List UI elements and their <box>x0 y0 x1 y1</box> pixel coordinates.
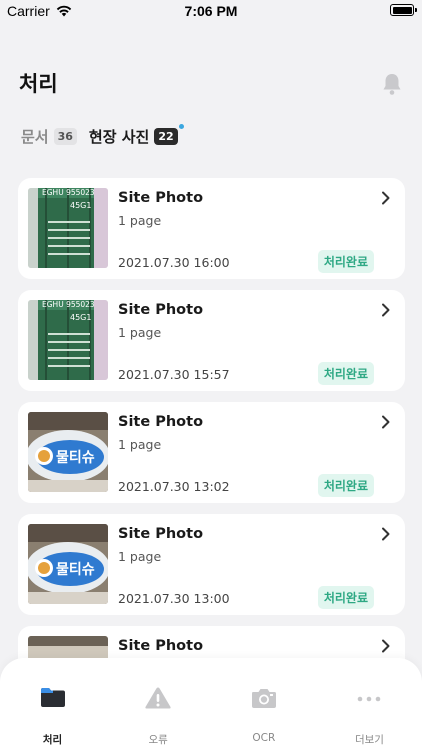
tab-documents[interactable]: 문서 36 <box>21 126 77 147</box>
brand-text: 물티슈 <box>56 562 95 578</box>
photo-thumbnail: 물티슈 <box>28 412 108 492</box>
wipes-photo: 물티슈 <box>28 412 108 492</box>
new-indicator-dot <box>178 124 184 129</box>
tabbar-label: 더보기 <box>354 734 384 746</box>
timestamp: 2021.07.30 16:00 <box>118 255 230 270</box>
card-title: Site Photo <box>118 302 204 318</box>
tab-label: 현장 사진 <box>88 128 150 146</box>
list-item[interactable]: 물티슈 Site Photo 1 page 2021.07.30 13:00 처… <box>18 514 405 615</box>
list-item[interactable]: 물티슈 Site Photo 1 page 2021.07.30 13:02 처… <box>18 402 405 503</box>
status-badge: 처리완료 <box>317 474 374 497</box>
tabbar-label: OCR <box>252 732 276 744</box>
photo-list: EGHU 9550232 45G1 Site Photo 1 page 2021… <box>18 178 405 738</box>
card-title: Site Photo <box>118 190 204 206</box>
wipes-photo: 물티슈 <box>28 524 108 604</box>
list-item[interactable]: EGHU 9550232 45G1 Site Photo 1 page 2021… <box>18 290 405 391</box>
photo-thumbnail: 물티슈 <box>28 524 108 604</box>
tab-label: 문서 <box>21 128 49 146</box>
header: 처리 <box>19 68 403 98</box>
count-badge: 36 <box>53 128 77 145</box>
chevron-right-icon <box>382 527 390 541</box>
tabbar-label: 오류 <box>148 734 168 746</box>
timestamp: 2021.07.30 13:00 <box>118 591 230 606</box>
card-title: Site Photo <box>118 638 204 654</box>
photo-thumbnail: EGHU 9550232 45G1 <box>28 300 108 380</box>
photo-thumbnail: EGHU 9550232 45G1 <box>28 188 108 268</box>
page-count: 1 page <box>118 213 162 228</box>
more-icon <box>358 696 381 702</box>
warning-icon <box>145 687 171 709</box>
container-sub: 45G1 <box>70 313 91 322</box>
tabbar-item-processing[interactable]: 처리 <box>0 658 105 750</box>
card-title: Site Photo <box>118 526 204 542</box>
container-photo: EGHU 9550232 45G1 <box>28 300 108 380</box>
folder-icon <box>40 688 65 707</box>
chevron-right-icon <box>382 303 390 317</box>
list-item[interactable]: EGHU 9550232 45G1 Site Photo 1 page 2021… <box>18 178 405 279</box>
battery-icon <box>390 4 417 16</box>
container-code: EGHU 9550232 <box>42 188 100 197</box>
container-sub: 45G1 <box>70 201 91 210</box>
status-badge: 처리완료 <box>317 250 374 273</box>
camera-icon <box>251 689 276 708</box>
tabbar-item-more[interactable]: 더보기 <box>317 658 422 750</box>
status-badge: 처리완료 <box>317 362 374 385</box>
container-photo: EGHU 9550232 45G1 <box>28 188 108 268</box>
brand-text: 물티슈 <box>56 450 95 466</box>
status-time: 7:06 PM <box>184 3 238 19</box>
chevron-right-icon <box>382 415 390 429</box>
tabbar-item-ocr[interactable]: OCR <box>211 658 316 750</box>
timestamp: 2021.07.30 13:02 <box>118 479 230 494</box>
timestamp: 2021.07.30 15:57 <box>118 367 230 382</box>
card-title: Site Photo <box>118 414 204 430</box>
page-count: 1 page <box>118 549 162 564</box>
container-code: EGHU 9550232 <box>42 300 100 309</box>
segment-tabs: 문서 36 현장 사진 22 <box>21 124 190 147</box>
tabbar-label: 처리 <box>42 734 63 746</box>
page-title: 처리 <box>19 72 58 96</box>
tab-site-photos[interactable]: 현장 사진 22 <box>88 124 184 147</box>
bell-icon[interactable] <box>381 72 403 96</box>
page-count: 1 page <box>118 325 162 340</box>
page-count: 1 page <box>118 437 162 452</box>
chevron-right-icon <box>382 639 390 653</box>
count-badge: 22 <box>154 128 178 145</box>
status-badge: 처리완료 <box>317 586 374 609</box>
bottom-tab-bar: 처리 오류 OCR 더보기 <box>0 658 422 750</box>
chevron-right-icon <box>382 191 390 205</box>
status-bar: Carrier 7:06 PM <box>0 0 422 24</box>
tabbar-item-error[interactable]: 오류 <box>106 658 211 750</box>
